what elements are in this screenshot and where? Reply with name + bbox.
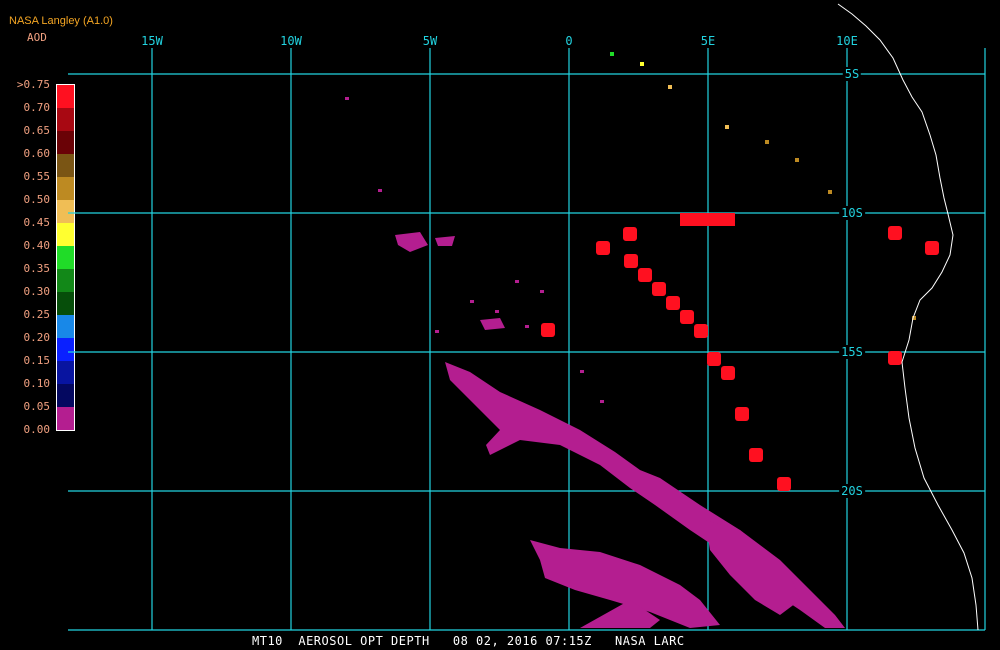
high-aod-pixel [925, 241, 939, 255]
aod-map [68, 3, 986, 631]
coastline [837, 3, 979, 631]
aerosol-pixel [378, 189, 382, 192]
high-aod-pixel [888, 226, 902, 240]
high-aod-pixel [652, 282, 666, 296]
high-aod-pixel [541, 323, 555, 337]
high-aod-pixel [638, 268, 652, 282]
longitude-label: 0 [565, 34, 573, 48]
aerosol-pixel [470, 300, 474, 303]
longitude-label: 5W [422, 34, 438, 48]
longitude-label: 15W [141, 34, 163, 48]
latitude-label: 15S [839, 345, 865, 359]
high-aod-pixel [680, 310, 694, 324]
high-aod-pixel [777, 477, 791, 491]
aerosol-pixel [540, 290, 544, 293]
aerosol-pixel [495, 310, 499, 313]
aod-pixel [610, 52, 614, 56]
longitude-label: 5E [700, 34, 716, 48]
aod-pixel [795, 158, 799, 162]
high-aod-pixel [694, 324, 708, 338]
low-aod-plumes [345, 97, 845, 628]
high-aod-pixel [888, 351, 902, 365]
aerosol-pixel [345, 97, 349, 100]
high-aod-pixel [680, 213, 735, 226]
aod-pixel [640, 62, 644, 66]
aod-pixel [765, 140, 769, 144]
high-aod-pixel [624, 254, 638, 268]
aerosol-plume [395, 232, 428, 252]
aod-pixel [725, 125, 729, 129]
high-aod-pixel [735, 407, 749, 421]
high-aod-pixel [707, 352, 721, 366]
high-aod-pixel [596, 241, 610, 255]
aerosol-pixel [435, 330, 439, 333]
high-aod-pixels [541, 52, 939, 491]
aerosol-pixel [600, 400, 604, 403]
aerosol-pixel [580, 370, 584, 373]
aod-pixel [828, 190, 832, 194]
lat-lon-grid [68, 48, 986, 631]
latitude-label: 20S [839, 484, 865, 498]
aerosol-plume [480, 318, 505, 330]
longitude-label: 10E [836, 34, 858, 48]
latitude-label: 5S [842, 67, 862, 81]
high-aod-pixel [623, 227, 637, 241]
latitude-label: 10S [839, 206, 865, 220]
aerosol-plume [435, 236, 455, 246]
aerosol-pixel [525, 325, 529, 328]
aerosol-pixel [515, 280, 519, 283]
aod-pixel [668, 85, 672, 89]
high-aod-pixel [721, 366, 735, 380]
high-aod-pixel [749, 448, 763, 462]
high-aod-pixel [666, 296, 680, 310]
longitude-label: 10W [280, 34, 302, 48]
image-caption: MT10 AEROSOL OPT DEPTH 08 02, 2016 07:15… [252, 634, 685, 648]
